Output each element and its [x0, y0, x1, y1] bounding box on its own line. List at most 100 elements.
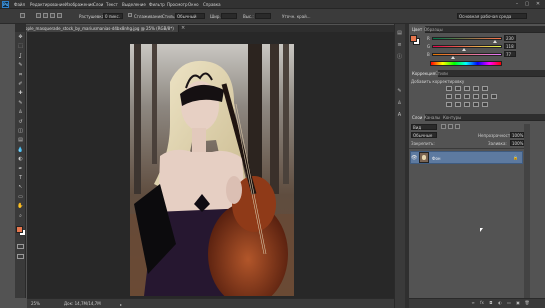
clone-source-icon[interactable]: ♙: [396, 100, 403, 106]
channel-b-slider[interactable]: [432, 53, 502, 56]
filter-adjustment-icon[interactable]: [448, 124, 453, 129]
channel-b-thumb[interactable]: [451, 56, 455, 59]
feather-field[interactable]: 0 пикс.: [103, 13, 123, 19]
new-selection-icon[interactable]: [36, 13, 41, 18]
layers-scrollbar[interactable]: [524, 124, 530, 304]
status-arrow-icon[interactable]: ▸: [120, 302, 122, 307]
layer-mask-icon[interactable]: ◘: [488, 300, 494, 305]
maximize-icon[interactable]: ▢: [524, 1, 530, 7]
bw-icon[interactable]: [464, 94, 470, 99]
channel-g-slider[interactable]: [432, 45, 502, 48]
menu-filter[interactable]: Фильтр: [149, 2, 165, 7]
link-layers-icon[interactable]: ∞: [470, 300, 476, 305]
healing-icon[interactable]: ✚: [17, 91, 24, 96]
delete-layer-icon[interactable]: 🗑: [524, 300, 530, 305]
exposure-icon[interactable]: [473, 86, 479, 91]
brush-panel-icon[interactable]: ✎: [396, 88, 403, 94]
stamp-icon[interactable]: ♙: [17, 110, 24, 115]
channel-r-thumb[interactable]: [493, 40, 497, 43]
channel-g-value[interactable]: 118: [504, 43, 516, 49]
tab-swatches[interactable]: Образцы: [421, 26, 446, 33]
marquee-icon[interactable]: ⬚: [17, 44, 24, 49]
blend-mode-select[interactable]: Обычные: [411, 132, 437, 138]
minimize-icon[interactable]: –: [514, 1, 520, 7]
style-select[interactable]: Обычный: [175, 13, 205, 19]
brightness-icon[interactable]: [446, 86, 452, 91]
lookup-icon[interactable]: [491, 94, 497, 99]
new-layer-icon[interactable]: ▣: [515, 300, 521, 305]
layer-style-icon[interactable]: fx: [479, 300, 485, 305]
layer-name[interactable]: Фон: [432, 156, 441, 161]
subtract-selection-icon[interactable]: [50, 13, 55, 18]
quick-select-icon[interactable]: ✎: [17, 63, 24, 68]
width-field[interactable]: [221, 13, 237, 19]
tab-close-icon[interactable]: ×: [181, 25, 185, 32]
character-panel-icon[interactable]: A: [396, 112, 403, 118]
menu-file[interactable]: Файл: [14, 2, 25, 7]
history-brush-icon[interactable]: ↺: [17, 119, 24, 125]
screen-mode-icon[interactable]: [17, 254, 24, 259]
eyedropper-icon[interactable]: ✐: [17, 82, 24, 87]
channel-b-value[interactable]: 77: [504, 51, 516, 57]
eraser-icon[interactable]: ◫: [17, 129, 24, 134]
marquee-preset-icon[interactable]: [20, 13, 25, 18]
filter-type-icon[interactable]: [455, 124, 460, 129]
posterize-icon[interactable]: [455, 102, 461, 107]
gradient-icon[interactable]: ▤: [17, 138, 24, 143]
pen-icon[interactable]: ✒: [17, 166, 24, 172]
channel-g-thumb[interactable]: [462, 48, 467, 51]
photo-filter-icon[interactable]: [473, 94, 479, 99]
tab-styles[interactable]: Стили: [432, 70, 451, 77]
invert-icon[interactable]: [446, 102, 452, 107]
tab-paths[interactable]: Контуры: [440, 114, 464, 121]
brush-icon[interactable]: ✎: [17, 100, 24, 106]
selective-color-icon[interactable]: [482, 102, 488, 107]
layer-visibility-eye-icon[interactable]: 👁: [411, 155, 417, 161]
shape-icon[interactable]: ▭: [17, 194, 24, 200]
menu-view[interactable]: Просмотр: [167, 2, 188, 7]
menu-help[interactable]: Справка: [203, 2, 221, 7]
type-icon[interactable]: T: [17, 176, 24, 181]
dodge-icon[interactable]: ◐: [17, 157, 24, 162]
opacity-field[interactable]: 100%: [510, 132, 524, 138]
path-select-icon[interactable]: ↖: [17, 185, 24, 190]
new-group-icon[interactable]: ▭: [506, 300, 512, 305]
foreground-color-swatch[interactable]: [16, 226, 23, 233]
channel-mixer-icon[interactable]: [482, 94, 488, 99]
quick-mask-icon[interactable]: [17, 244, 24, 249]
hue-sat-icon[interactable]: [446, 94, 452, 99]
menu-edit[interactable]: Редактирование: [30, 2, 65, 7]
add-selection-icon[interactable]: [43, 13, 48, 18]
gradient-map-icon[interactable]: [473, 102, 479, 107]
move-icon[interactable]: ✥: [17, 35, 24, 40]
zoom-level[interactable]: 25%: [31, 301, 40, 306]
intersect-selection-icon[interactable]: [57, 13, 62, 18]
curves-icon[interactable]: [464, 86, 470, 91]
layer-filter-kind[interactable]: Вид: [411, 124, 437, 130]
menu-window[interactable]: Окно: [188, 2, 199, 7]
menu-image[interactable]: Изображение: [65, 2, 94, 7]
channel-r-value[interactable]: 230: [504, 35, 516, 41]
menu-type[interactable]: Текст: [106, 2, 118, 7]
color-balance-icon[interactable]: [455, 94, 461, 99]
color-spectrum-bar[interactable]: [430, 61, 502, 66]
vibrance-icon[interactable]: [482, 86, 488, 91]
fill-field[interactable]: 100%: [510, 140, 524, 146]
lasso-icon[interactable]: ʆ: [17, 53, 24, 59]
close-icon[interactable]: ✕: [535, 1, 541, 7]
refine-edge-button[interactable]: Уточн. край...: [282, 14, 311, 19]
hand-icon[interactable]: ✋: [17, 204, 24, 209]
blur-icon[interactable]: 💧: [17, 147, 24, 153]
document-tab[interactable]: people_masquerade_stock_by_mariusmanias-…: [17, 25, 179, 32]
menu-select[interactable]: Выделение: [122, 2, 146, 7]
menu-layer[interactable]: Слои: [93, 2, 103, 7]
antialias-checkbox[interactable]: [128, 13, 132, 17]
history-panel-icon[interactable]: ▤: [396, 30, 403, 36]
channel-r-slider[interactable]: [432, 37, 502, 40]
color-panel-fg-swatch[interactable]: [410, 35, 417, 42]
workspace-select[interactable]: Основная рабочая среда: [457, 13, 527, 19]
properties-panel-icon[interactable]: ≡: [396, 42, 403, 48]
new-adjustment-icon[interactable]: ◐: [497, 300, 503, 305]
zoom-icon[interactable]: ⌕: [17, 213, 24, 219]
crop-icon[interactable]: ⌗: [17, 72, 24, 78]
